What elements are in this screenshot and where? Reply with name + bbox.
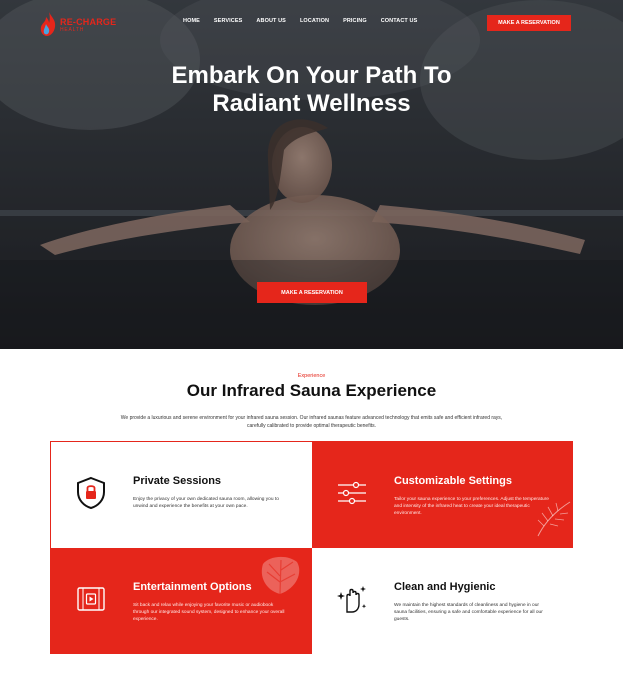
section-description: We provide a luxurious and serene enviro…: [120, 415, 503, 429]
feature-card-clean-and-hygienic: Clean and Hygienic We maintain the highe…: [312, 548, 573, 654]
feature-description: We maintain the highest standards of cle…: [394, 603, 543, 622]
logo-sub-text: HEALTH: [60, 27, 85, 33]
video-player-icon: [77, 587, 105, 611]
nav-home[interactable]: HOME: [183, 18, 200, 24]
nav-location[interactable]: LOCATION: [300, 18, 329, 24]
nav-pricing[interactable]: PRICING: [343, 18, 367, 24]
flame-logo-icon: [40, 12, 56, 36]
feature-card-entertainment-options: Entertainment Options Sit back and relax…: [51, 548, 312, 654]
feature-card-private-sessions: Private Sessions Enjoy the privacy of yo…: [51, 442, 312, 548]
section-eyebrow: Experience: [297, 373, 326, 379]
shield-lock-icon: [77, 476, 105, 510]
nav-contact-us[interactable]: CONTACT US: [381, 18, 418, 24]
feature-title: Customizable Settings: [394, 475, 512, 487]
hero-reservation-button[interactable]: MAKE A RESERVATION: [257, 282, 367, 303]
features-grid: Private Sessions Enjoy the privacy of yo…: [50, 441, 573, 654]
hero-title: Embark On Your Path To Radiant Wellness: [0, 62, 623, 118]
hero-title-line2: Radiant Wellness: [212, 90, 411, 117]
feature-description: Sit back and relax while enjoying your f…: [133, 603, 285, 622]
main-nav: HOME SERVICES ABOUT US LOCATION PRICING …: [183, 18, 431, 24]
feature-card-customizable-settings: Customizable Settings Tailor your sauna …: [312, 442, 573, 548]
feature-title: Entertainment Options: [133, 581, 252, 593]
feature-description: Tailor your sauna experience to your pre…: [394, 497, 549, 516]
section-title: Our Infrared Sauna Experience: [186, 381, 437, 400]
logo-brand-text: RE-CHARGE: [60, 17, 117, 27]
feature-title: Clean and Hygienic: [394, 581, 496, 593]
nav-services[interactable]: SERVICES: [214, 18, 243, 24]
hero-section: RE-CHARGE HEALTH HOME SERVICES ABOUT US …: [0, 0, 623, 349]
feature-description: Enjoy the privacy of your own dedicated …: [133, 497, 279, 509]
sliders-icon: [338, 481, 366, 505]
sparkle-hand-icon: [337, 586, 367, 613]
feature-title: Private Sessions: [133, 475, 222, 487]
header-reservation-button[interactable]: MAKE A RESERVATION: [487, 15, 571, 31]
logo[interactable]: RE-CHARGE HEALTH: [38, 10, 118, 38]
hero-title-line1: Embark On Your Path To: [171, 62, 452, 89]
nav-about-us[interactable]: ABOUT US: [256, 18, 286, 24]
monstera-leaf-decoration-icon: [261, 556, 300, 595]
